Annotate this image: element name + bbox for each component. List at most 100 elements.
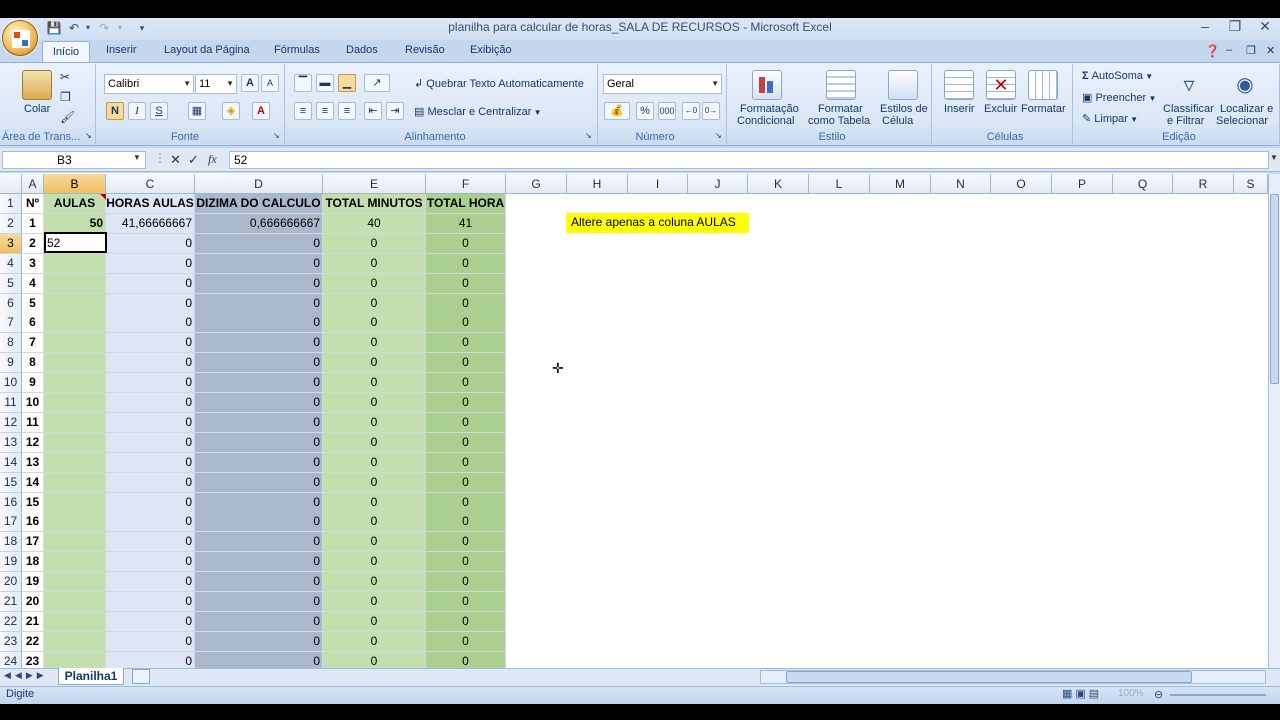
cell-dizima[interactable]: 0 [195, 353, 323, 374]
horizontal-scroll-thumb[interactable] [786, 671, 1192, 683]
cell-aulas[interactable] [44, 313, 106, 334]
cell-total-minutos[interactable]: 0 [323, 393, 426, 413]
cell-styles-icon[interactable] [888, 70, 918, 100]
cell-no[interactable]: 20 [22, 592, 44, 612]
grow-font-icon[interactable]: A [241, 74, 259, 92]
cell-total-hora[interactable]: 0 [426, 631, 506, 652]
cell-horas-aulas[interactable]: 0 [106, 313, 195, 334]
row-header[interactable]: 11 [0, 393, 22, 413]
cell-aulas[interactable] [44, 492, 106, 513]
header-cell-total-minutos[interactable]: TOTAL MINUTOS [323, 194, 426, 214]
cell-aulas[interactable] [44, 273, 106, 294]
conditional-formatting-icon[interactable] [752, 70, 782, 100]
column-header-i[interactable]: I [628, 174, 688, 194]
clear-button[interactable]: ✎ Limpar ▼ [1082, 112, 1138, 125]
cell-total-hora[interactable]: 0 [426, 333, 506, 354]
cell-total-hora[interactable]: 0 [426, 253, 506, 274]
sheet-tab-planilha1[interactable]: Planilha1 [58, 668, 124, 685]
cell-no[interactable]: 7 [22, 333, 44, 354]
row-header[interactable]: 8 [0, 333, 22, 354]
cell-horas-aulas[interactable]: 0 [106, 572, 195, 593]
cell-no[interactable]: 4 [22, 273, 44, 294]
cell-dizima[interactable]: 0 [195, 412, 323, 433]
row-header[interactable]: 18 [0, 532, 22, 553]
percent-button[interactable]: % [636, 102, 654, 120]
cell-no[interactable]: 11 [22, 412, 44, 433]
column-header-n[interactable]: N [931, 174, 991, 194]
redo-icon[interactable]: ↷ [96, 20, 112, 36]
cell-total-hora[interactable]: 0 [426, 373, 506, 394]
cell-total-hora[interactable]: 0 [426, 552, 506, 573]
name-box-dropdown-icon[interactable]: ▼ [133, 153, 141, 162]
font-color-icon[interactable]: A [252, 102, 270, 120]
row-header[interactable]: 23 [0, 631, 22, 652]
column-header-f[interactable]: F [426, 174, 506, 194]
cell-aulas[interactable] [44, 631, 106, 652]
cell-no[interactable]: 9 [22, 373, 44, 394]
row-header[interactable]: 16 [0, 492, 22, 513]
cell-horas-aulas[interactable]: 0 [106, 432, 195, 453]
shrink-font-icon[interactable]: A [261, 74, 279, 92]
tab-formulas[interactable]: Fórmulas [274, 44, 320, 56]
font-launcher-icon[interactable]: ↘ [273, 131, 280, 140]
conditional-formatting-label-1[interactable]: Formatação [740, 103, 799, 115]
cell-horas-aulas[interactable]: 0 [106, 532, 195, 553]
cell-dizima[interactable]: 0 [195, 253, 323, 274]
row-header[interactable]: 20 [0, 572, 22, 593]
insert-cells-icon[interactable] [944, 70, 974, 100]
cell-styles-label-1[interactable]: Estilos de [880, 103, 928, 115]
cell-dizima[interactable]: 0 [195, 293, 323, 314]
restore-window-icon[interactable]: ❐ [1220, 18, 1250, 34]
cell-dizima[interactable]: 0 [195, 452, 323, 473]
column-header-q[interactable]: Q [1113, 174, 1173, 194]
increase-decimal-icon[interactable]: ←0 [682, 102, 700, 120]
cell-horas-aulas[interactable]: 0 [106, 592, 195, 612]
sort-filter-icon[interactable]: ▿ [1174, 70, 1204, 100]
cell-styles-label-2[interactable]: Célula [882, 115, 913, 127]
column-header-l[interactable]: L [809, 174, 870, 194]
sort-filter-label-1[interactable]: Classificar [1163, 103, 1214, 115]
cell-dizima[interactable]: 0 [195, 313, 323, 334]
cancel-entry-icon[interactable]: ✕ [170, 152, 181, 168]
cell-no[interactable]: 6 [22, 313, 44, 334]
insert-sheet-icon[interactable] [132, 669, 150, 684]
insert-cells-button[interactable]: Inserir [944, 103, 975, 115]
cell-no[interactable]: 16 [22, 512, 44, 533]
cell-aulas[interactable] [44, 393, 106, 413]
tab-inserir[interactable]: Inserir [106, 44, 137, 56]
cell-dizima[interactable]: 0 [195, 273, 323, 294]
row-header[interactable]: 4 [0, 253, 22, 274]
cell-total-hora[interactable]: 0 [426, 452, 506, 473]
cell-aulas[interactable] [44, 432, 106, 453]
cell-total-hora[interactable]: 0 [426, 532, 506, 553]
tab-revisao[interactable]: Revisão [405, 44, 445, 56]
cell-dizima[interactable]: 0 [195, 432, 323, 453]
font-size-combo[interactable]: 11 ▼ [195, 74, 237, 94]
cell-aulas[interactable] [44, 532, 106, 553]
cell-no[interactable]: 12 [22, 432, 44, 453]
cell-total-hora[interactable]: 0 [426, 592, 506, 612]
format-cells-button[interactable]: Formatar [1021, 103, 1066, 115]
italic-button[interactable]: I [128, 102, 146, 120]
cell-total-minutos[interactable]: 0 [323, 492, 426, 513]
cell-total-minutos[interactable]: 40 [323, 213, 426, 234]
fill-color-icon[interactable]: ◈ [222, 102, 240, 120]
cell-horas-aulas[interactable]: 0 [106, 512, 195, 533]
cell-total-minutos[interactable]: 0 [323, 631, 426, 652]
vertical-scroll-thumb[interactable] [1270, 194, 1279, 384]
row-header[interactable]: 21 [0, 592, 22, 612]
cell-total-hora[interactable]: 0 [426, 393, 506, 413]
cell-horas-aulas[interactable]: 0 [106, 293, 195, 314]
cell-horas-aulas[interactable]: 0 [106, 492, 195, 513]
cell-aulas[interactable] [44, 611, 106, 632]
cell-aulas[interactable]: 50 [44, 213, 106, 234]
paste-button[interactable]: Colar [24, 103, 50, 115]
confirm-entry-icon[interactable]: ✓ [188, 152, 199, 168]
autosum-button[interactable]: Σ AutoSoma ▼ [1082, 70, 1153, 82]
cell-total-minutos[interactable]: 0 [323, 512, 426, 533]
cell-no[interactable]: 1 [22, 213, 44, 234]
cell-no[interactable]: 5 [22, 293, 44, 314]
underline-button[interactable]: S [150, 102, 168, 120]
workbook-close-icon[interactable]: ✕ [1266, 44, 1275, 57]
cell-aulas[interactable] [44, 412, 106, 433]
